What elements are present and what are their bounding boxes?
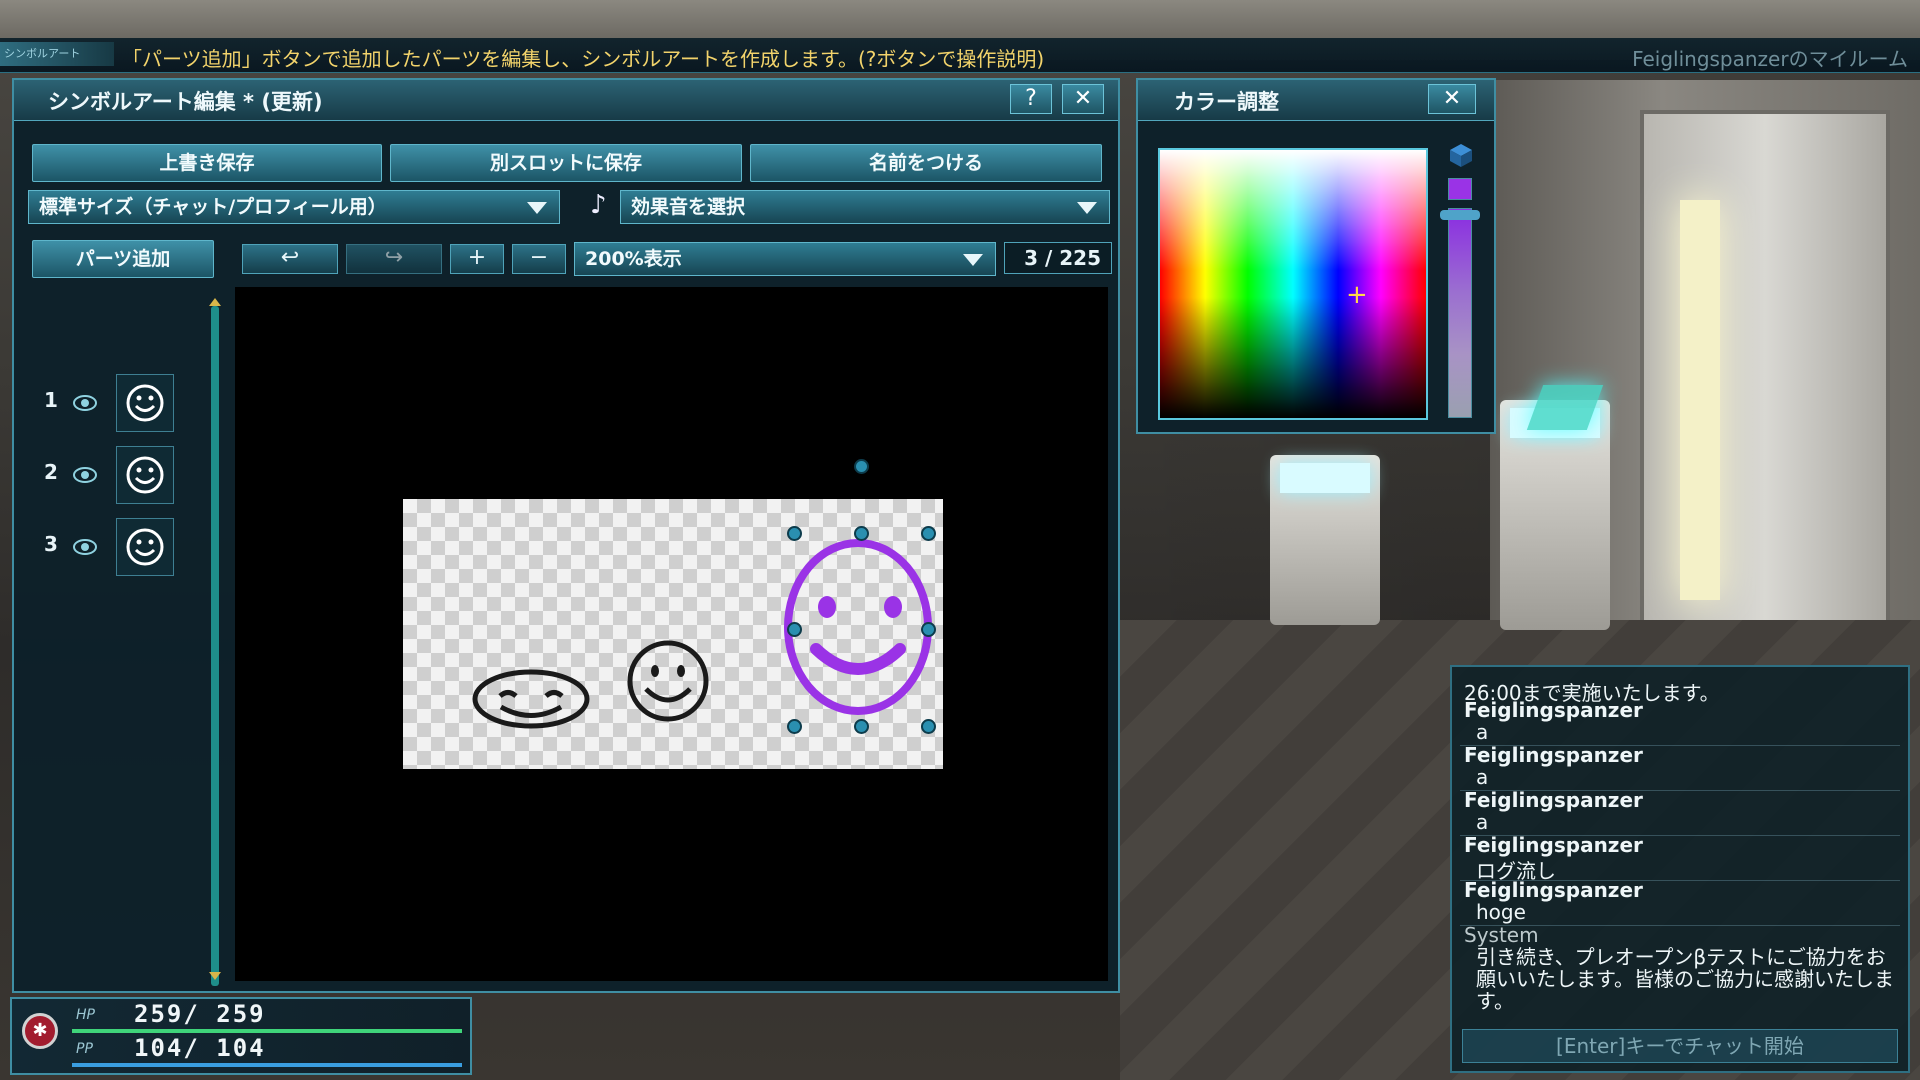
undo-button[interactable]: ↩	[242, 244, 338, 274]
selected-color-swatch	[1448, 178, 1472, 200]
smiley-icon	[126, 456, 164, 494]
size-select[interactable]: 標準サイズ（チャット/プロフィール用）	[28, 190, 560, 224]
sound-select-value: 効果音を選択	[631, 196, 746, 218]
room-name: Feiglingspanzerのマイルーム	[1632, 47, 1908, 71]
chat-system-message: 引き続き、プレオープンβテストにご協力をお願いいたします。皆様のご協力に感謝いた…	[1476, 945, 1894, 1013]
chat-sender: Feiglingspanzer	[1464, 833, 1643, 857]
eye-icon[interactable]	[72, 534, 98, 560]
chevron-down-icon	[527, 202, 547, 214]
resize-handle[interactable]	[921, 622, 936, 637]
smiley-part-1	[472, 669, 590, 729]
chat-start-hint[interactable]: [Enter]キーでチャット開始	[1462, 1029, 1898, 1063]
zoom-select-value: 200%表示	[585, 248, 682, 270]
chat-message: a	[1476, 765, 1489, 789]
part-number: 3	[44, 532, 58, 556]
chevron-down-icon	[1077, 202, 1097, 214]
pp-bar	[72, 1063, 462, 1067]
help-text: 「パーツ追加」ボタンで追加したパーツを編集し、シンボルアートを作成します。(?ボ…	[122, 47, 1045, 71]
resize-handle[interactable]	[921, 526, 936, 541]
color-adjust-window: カラー調整 ✕ +	[1136, 78, 1496, 434]
eye-icon[interactable]	[72, 462, 98, 488]
art-canvas[interactable]	[235, 287, 1108, 981]
zoom-select[interactable]: 200%表示	[574, 242, 996, 276]
scene-kiosk	[1270, 455, 1380, 625]
rename-button[interactable]: 名前をつける	[750, 144, 1102, 182]
color-title-bar[interactable]: カラー調整 ✕	[1138, 80, 1494, 121]
scroll-up-arrow[interactable]	[209, 298, 221, 306]
hue-slider-handle[interactable]	[1440, 210, 1480, 220]
chat-message: a	[1476, 810, 1489, 834]
chat-sender: Feiglingspanzer	[1464, 743, 1643, 767]
zoom-in-button[interactable]: +	[450, 244, 504, 274]
undo-icon: ↩	[280, 245, 300, 270]
help-tag: シンボルアート	[0, 42, 114, 66]
hp-label: HP	[76, 1007, 95, 1023]
help-bar: シンボルアート 「パーツ追加」ボタンで追加したパーツを編集し、シンボルアートを作…	[0, 38, 1920, 73]
chat-message: a	[1476, 720, 1489, 744]
part-row[interactable]: 2	[24, 446, 194, 506]
smiley-icon	[126, 528, 164, 566]
close-button[interactable]: ✕	[1062, 84, 1104, 114]
zoom-out-button[interactable]: −	[512, 244, 566, 274]
scroll-down-arrow[interactable]	[209, 972, 221, 980]
class-emblem-icon: ✱	[22, 1013, 58, 1049]
smiley-icon	[126, 384, 164, 422]
part-number: 2	[44, 460, 58, 484]
color-picker-field[interactable]: +	[1158, 148, 1428, 420]
part-counter: 3 / 225	[1004, 242, 1112, 274]
hp-bar	[72, 1029, 462, 1033]
smiley-part-2	[627, 640, 709, 722]
resize-handle[interactable]	[854, 719, 869, 734]
chevron-down-icon	[963, 254, 983, 266]
editor-title-bar[interactable]: シンボルアート編集 * (更新) ? ✕	[14, 80, 1118, 121]
hp-value: 259/ 259	[134, 1000, 266, 1028]
part-row[interactable]: 3	[24, 518, 194, 578]
redo-button[interactable]: ↪	[346, 244, 442, 274]
chat-sender-system: System	[1464, 923, 1539, 947]
player-status: ✱ HP 259/ 259 PP 104/ 104	[10, 997, 472, 1075]
help-button[interactable]: ?	[1010, 84, 1052, 114]
pp-label: PP	[76, 1041, 93, 1057]
hue-slider[interactable]	[1448, 208, 1472, 418]
size-select-value: 標準サイズ（チャット/プロフィール用）	[39, 196, 387, 218]
crosshair-icon: +	[1346, 280, 1368, 310]
overwrite-save-button[interactable]: 上書き保存	[32, 144, 382, 182]
part-row[interactable]: 1	[24, 374, 194, 434]
save-other-slot-button[interactable]: 別スロットに保存	[390, 144, 742, 182]
resize-handle[interactable]	[787, 526, 802, 541]
resize-handle[interactable]	[787, 622, 802, 637]
part-thumbnail[interactable]	[116, 374, 174, 432]
chat-sender: Feiglingspanzer	[1464, 878, 1643, 902]
pp-value: 104/ 104	[134, 1034, 266, 1062]
symbol-art-editor-window: シンボルアート編集 * (更新) ? ✕ 上書き保存 別スロットに保存 名前をつ…	[12, 78, 1120, 993]
scene-kiosk	[1500, 400, 1610, 630]
resize-handle[interactable]	[854, 526, 869, 541]
color-close-button[interactable]: ✕	[1428, 84, 1476, 114]
music-note-icon: ♪	[590, 190, 607, 220]
sound-select[interactable]: 効果音を選択	[620, 190, 1110, 224]
parts-list: 1 2 3	[24, 250, 199, 950]
chat-log: 26:00まで実施いたします。 Feiglingspanzer a Feigli…	[1450, 665, 1910, 1073]
part-thumbnail[interactable]	[116, 518, 174, 576]
smiley-part-3	[784, 539, 932, 715]
part-number: 1	[44, 388, 58, 412]
chat-message: hoge	[1476, 900, 1526, 924]
cube-icon[interactable]	[1448, 142, 1474, 168]
chat-sender: Feiglingspanzer	[1464, 698, 1643, 722]
color-title: カラー調整	[1174, 90, 1279, 114]
chat-sender: Feiglingspanzer	[1464, 788, 1643, 812]
redo-icon: ↪	[384, 245, 404, 270]
rotate-handle[interactable]	[854, 459, 869, 474]
eye-icon[interactable]	[72, 390, 98, 416]
resize-handle[interactable]	[787, 719, 802, 734]
scene-light	[1680, 200, 1720, 600]
parts-scrollbar[interactable]	[211, 306, 219, 986]
part-thumbnail[interactable]	[116, 446, 174, 504]
resize-handle[interactable]	[921, 719, 936, 734]
editor-title: シンボルアート編集 * (更新)	[48, 90, 323, 114]
